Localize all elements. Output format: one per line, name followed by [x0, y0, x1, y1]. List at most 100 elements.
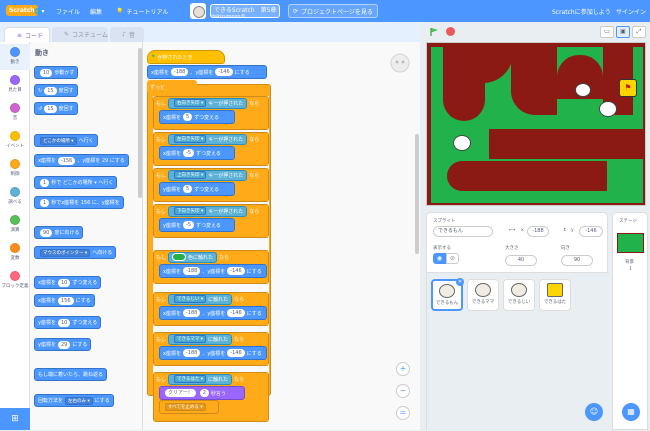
- goto-xy-block[interactable]: x座標を -188 、y座標を -146 にする: [159, 306, 267, 320]
- sprite-dekirumon[interactable]: [453, 135, 471, 151]
- tab-costume[interactable]: ✎ コスチューム: [52, 27, 108, 42]
- y-input[interactable]: -146: [579, 226, 603, 237]
- palette-block[interactable]: 1 秒でx座標を 156 に、y座標を: [34, 196, 124, 209]
- sign-in-link[interactable]: サインイン: [616, 0, 646, 22]
- block-dropdown[interactable]: 左右のみ ▾: [65, 396, 93, 405]
- touching-sprite-block[interactable]: できるじい ▾ に触れた: [168, 293, 233, 305]
- category-variables[interactable]: 変数: [0, 240, 30, 266]
- large-stage-button[interactable]: ▣: [616, 26, 630, 38]
- tab-sound[interactable]: ♪ 音: [110, 27, 144, 42]
- block-input[interactable]: 10: [40, 68, 53, 77]
- block-input[interactable]: 15: [44, 104, 57, 113]
- zoom-in-button[interactable]: +: [396, 362, 410, 376]
- palette-block[interactable]: y座標を 10 ずつ変える: [34, 316, 102, 329]
- y-input[interactable]: -146: [227, 349, 245, 357]
- key-pressed-block[interactable]: 上向き矢印 ▾ キーが押された: [168, 169, 248, 181]
- goto-xy-block[interactable]: x座標を -188 、y座標を -146 にする: [159, 346, 267, 360]
- block-dropdown[interactable]: マウスのポインター ▾: [40, 248, 91, 257]
- block-input[interactable]: -156: [57, 156, 76, 165]
- touching-sprite-block[interactable]: できるママ ▾ に触れた: [168, 333, 232, 345]
- value-input[interactable]: 5: [182, 113, 193, 121]
- change-x-block[interactable]: x座標を -5 ずつ変える: [159, 146, 235, 160]
- script-scrollbar[interactable]: [415, 134, 419, 254]
- category-sensing[interactable]: 調べる: [0, 184, 30, 210]
- see-project-page-button[interactable]: ⟳ プロジェクトページを見る: [288, 4, 378, 18]
- stage-canvas[interactable]: ⚑: [426, 42, 646, 206]
- zoom-reset-button[interactable]: =: [396, 406, 410, 420]
- scratch-logo[interactable]: Scratch: [6, 5, 38, 16]
- seconds-input[interactable]: 2: [199, 389, 209, 397]
- show-visible-button[interactable]: ◉: [433, 253, 446, 264]
- direction-input[interactable]: 90: [561, 255, 593, 266]
- category-motion[interactable]: 動き: [0, 44, 30, 70]
- size-input[interactable]: 40: [505, 255, 537, 266]
- fullscreen-button[interactable]: ⤢: [632, 26, 646, 38]
- when-flag-clicked-hat[interactable]: ⚑ が押されたとき: [147, 50, 225, 64]
- value-input[interactable]: 5: [182, 185, 193, 193]
- y-input[interactable]: -146: [215, 68, 233, 76]
- stop-all-block[interactable]: すべてを止める ▾: [159, 400, 219, 414]
- x-input[interactable]: -188: [170, 68, 189, 76]
- join-scratch-link[interactable]: Scratchに参加しよう: [552, 0, 611, 22]
- palette-block[interactable]: ↻ 15 度回す: [34, 84, 78, 97]
- block-input[interactable]: 15: [44, 86, 57, 95]
- palette-block[interactable]: 90 度に向ける: [34, 226, 84, 239]
- block-input[interactable]: 29: [57, 340, 71, 349]
- x-input[interactable]: -188: [527, 226, 549, 237]
- category-looks[interactable]: 見た目: [0, 72, 30, 98]
- stop-dropdown[interactable]: すべてを止める ▾: [165, 403, 206, 411]
- key-dropdown[interactable]: 上向き矢印 ▾: [174, 171, 207, 179]
- category-control[interactable]: 制御: [0, 156, 30, 182]
- say-text-input[interactable]: クリアー！: [165, 389, 196, 397]
- palette-block[interactable]: 回転方法を 左右のみ ▾ にする: [34, 394, 114, 407]
- say-for-secs-block[interactable]: クリアー！ 2 秒言う: [159, 386, 245, 400]
- block-input[interactable]: 10: [57, 318, 71, 327]
- key-dropdown[interactable]: 右向き矢印 ▾: [174, 99, 207, 107]
- tab-code[interactable]: ≡ コード: [4, 27, 50, 42]
- palette-block[interactable]: x座標を 156 にする: [34, 294, 95, 307]
- sprite-thumb[interactable]: できるはた: [539, 279, 571, 311]
- key-pressed-block[interactable]: 左向き矢印 ▾ キーが押された: [168, 133, 248, 145]
- key-dropdown[interactable]: 左向き矢印 ▾: [174, 135, 207, 143]
- sprite-thumb[interactable]: できるママ: [467, 279, 499, 311]
- category-my-blocks[interactable]: ブロック定義: [0, 268, 30, 294]
- stage-selector[interactable]: ステージ 背景 1 ▦: [612, 212, 648, 430]
- sprite-dekiruhata[interactable]: ⚑: [619, 79, 637, 97]
- sprite-dropdown[interactable]: できるママ ▾: [174, 335, 206, 343]
- palette-block[interactable]: x座標を 10 ずつ変える: [34, 276, 102, 289]
- sprite-thumb[interactable]: できるもん ✕: [431, 278, 464, 311]
- palette-block[interactable]: もし端に着いたら、跳ね返る: [34, 368, 108, 381]
- file-menu[interactable]: ファイル: [56, 0, 80, 22]
- palette-block[interactable]: y座標を 29 にする: [34, 338, 92, 351]
- color-swatch[interactable]: [172, 253, 187, 261]
- block-input[interactable]: 1: [40, 198, 50, 207]
- palette-block[interactable]: マウスのポインター ▾ へ向ける: [34, 246, 117, 259]
- block-input[interactable]: 156: [57, 296, 74, 305]
- sprite-name-input[interactable]: できるもん: [433, 226, 493, 237]
- key-pressed-block[interactable]: 右向き矢印 ▾ キーが押された: [168, 97, 248, 109]
- x-input[interactable]: -188: [182, 309, 201, 317]
- x-input[interactable]: -188: [182, 349, 201, 357]
- block-input[interactable]: 90: [40, 228, 53, 237]
- value-input[interactable]: -5: [182, 149, 194, 157]
- palette-block[interactable]: 1 秒で どこかの場所 ▾ へ行く: [34, 176, 118, 189]
- green-flag-button[interactable]: [430, 27, 440, 37]
- small-stage-button[interactable]: ▭: [600, 26, 614, 38]
- sprite-dropdown[interactable]: できるじい ▾: [174, 295, 207, 303]
- delete-icon[interactable]: ✕: [456, 278, 464, 286]
- language-menu[interactable]: 🌐 ▾: [34, 0, 45, 22]
- palette-block[interactable]: どこかの場所 ▾ へ行く: [34, 134, 98, 147]
- goto-xy-block[interactable]: x座標を -188 、y座標を -146 にする: [159, 264, 267, 278]
- block-input[interactable]: 1: [40, 178, 50, 187]
- value-input[interactable]: -5: [182, 221, 194, 229]
- edit-menu[interactable]: 編集: [90, 0, 102, 22]
- palette-block[interactable]: ↺ 15 度回す: [34, 102, 78, 115]
- add-backdrop-button[interactable]: ▦: [622, 403, 640, 421]
- goto-xy-block[interactable]: x座標を -188 、y座標を -146 にする: [147, 65, 267, 79]
- palette-block[interactable]: 10 歩動かす: [34, 66, 79, 79]
- palette-block[interactable]: x座標を -156 、y座標を 29 にする: [34, 154, 129, 167]
- touching-color-block[interactable]: 色に触れた: [168, 251, 218, 263]
- category-sound[interactable]: 音: [0, 100, 30, 126]
- show-hidden-button[interactable]: ⊘: [446, 253, 459, 264]
- change-y-block[interactable]: y座標を 5 ずつ変える: [159, 182, 235, 196]
